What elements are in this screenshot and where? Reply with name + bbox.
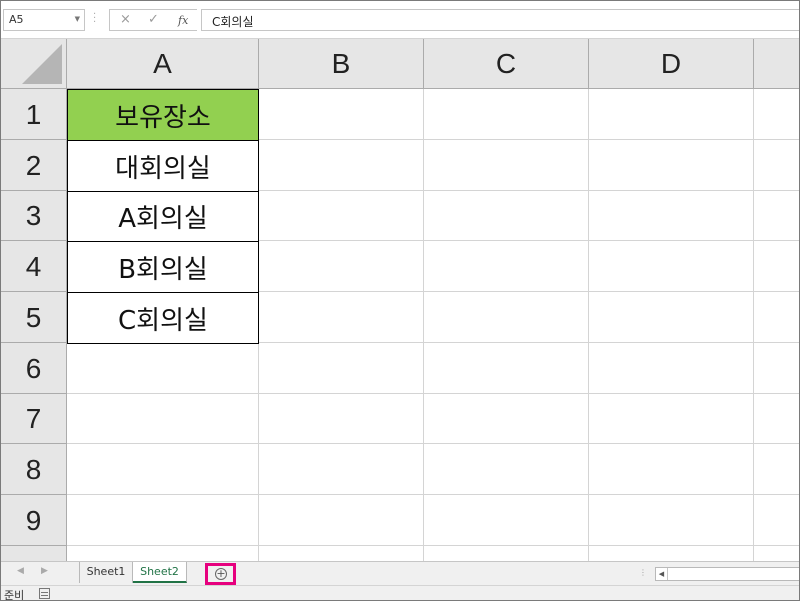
- grid-cell[interactable]: [424, 140, 589, 191]
- grid-cell[interactable]: [424, 191, 589, 241]
- scroll-tabs-left-icon[interactable]: ◀: [17, 566, 24, 576]
- add-sheet-button[interactable]: +: [205, 563, 236, 585]
- row-header-3[interactable]: 3: [1, 191, 67, 241]
- plus-icon: +: [215, 567, 227, 580]
- cell-a4[interactable]: B회의실: [67, 241, 259, 293]
- status-text: 준비: [4, 589, 25, 601]
- grid-cell[interactable]: [754, 292, 799, 343]
- grid-cell[interactable]: [259, 241, 424, 292]
- cell-a1[interactable]: 보유장소: [67, 89, 259, 141]
- row-header-2[interactable]: 2: [1, 140, 67, 191]
- grid-cell[interactable]: [259, 495, 424, 546]
- enter-icon[interactable]: ✓: [148, 12, 159, 27]
- row-header-1[interactable]: 1: [1, 89, 67, 140]
- excel-window: A5 ▼ · · · × ✓ fx C회의실 A B C D 1 2 3 4 5 6…: [0, 0, 800, 601]
- row-header-8[interactable]: 8: [1, 444, 67, 495]
- scroll-left-icon[interactable]: ◀: [656, 568, 668, 580]
- row-header-6[interactable]: 6: [1, 343, 67, 394]
- drag-handle-icon[interactable]: · · ·: [93, 10, 96, 29]
- grid-cell[interactable]: [754, 89, 799, 140]
- horizontal-scrollbar[interactable]: ◀: [655, 567, 799, 581]
- tab-sheet2[interactable]: Sheet2: [133, 562, 187, 583]
- chevron-down-icon[interactable]: ▼: [75, 15, 80, 23]
- grid-cell[interactable]: [589, 241, 754, 292]
- grid-cell[interactable]: [259, 343, 424, 394]
- grid-cell[interactable]: [589, 495, 754, 546]
- row-header-9[interactable]: 9: [1, 495, 67, 546]
- grid-cell[interactable]: [754, 394, 799, 444]
- grid-cell[interactable]: [754, 546, 799, 561]
- grid-cell[interactable]: [67, 343, 259, 394]
- worksheet-grid: A B C D 1 2 3 4 5 6 7 8 9 보유장소 대회의실 A회의실…: [1, 39, 799, 561]
- cancel-icon[interactable]: ×: [120, 12, 131, 27]
- grid-cell[interactable]: [424, 495, 589, 546]
- grid-cell[interactable]: [424, 89, 589, 140]
- grid-cell[interactable]: [754, 343, 799, 394]
- grid-cell[interactable]: [424, 444, 589, 495]
- grid-cell[interactable]: [589, 140, 754, 191]
- name-box[interactable]: A5 ▼: [3, 9, 85, 31]
- macro-record-icon[interactable]: [39, 588, 50, 599]
- scroll-tabs-right-icon[interactable]: ▶: [41, 566, 48, 576]
- grid-cell[interactable]: [424, 292, 589, 343]
- insert-function-icon[interactable]: fx: [178, 14, 188, 27]
- formula-buttons: × ✓ fx: [109, 9, 197, 31]
- grid-cell[interactable]: [67, 546, 259, 561]
- column-header-d[interactable]: D: [589, 39, 754, 89]
- grid-cell[interactable]: [424, 241, 589, 292]
- grid-cell[interactable]: [259, 394, 424, 444]
- sheet-tab-bar: ◀ ▶ Sheet1 Sheet2 + ⋮ ◀: [1, 561, 799, 585]
- grid-cell[interactable]: [67, 394, 259, 444]
- grid-cell[interactable]: [589, 394, 754, 444]
- grid-cell[interactable]: [754, 191, 799, 241]
- grid-cell[interactable]: [259, 546, 424, 561]
- row-header-4[interactable]: 4: [1, 241, 67, 292]
- formula-input[interactable]: C회의실: [201, 9, 799, 31]
- formula-bar: A5 ▼ · · · × ✓ fx C회의실: [1, 1, 799, 39]
- tab-sheet1[interactable]: Sheet1: [79, 562, 133, 583]
- grid-cell[interactable]: [589, 292, 754, 343]
- select-all-icon: [22, 44, 62, 84]
- column-header-c[interactable]: C: [424, 39, 589, 89]
- grid-cell[interactable]: [259, 191, 424, 241]
- grid-cell[interactable]: [754, 495, 799, 546]
- row-header-5[interactable]: 5: [1, 292, 67, 343]
- column-header-a[interactable]: A: [67, 39, 259, 89]
- cell-a5[interactable]: C회의실: [67, 292, 259, 344]
- grid-cell[interactable]: [67, 495, 259, 546]
- grid-cell[interactable]: [424, 546, 589, 561]
- row-header-10[interactable]: [1, 546, 67, 561]
- grid-cell[interactable]: [589, 191, 754, 241]
- grid-cell[interactable]: [589, 546, 754, 561]
- grid-cell[interactable]: [259, 444, 424, 495]
- grid-cell[interactable]: [67, 444, 259, 495]
- splitter-handle-icon[interactable]: ⋮: [639, 568, 647, 577]
- grid-cell[interactable]: [754, 444, 799, 495]
- name-box-value: A5: [9, 13, 24, 26]
- status-bar: 준비: [1, 585, 799, 601]
- column-header-b[interactable]: B: [259, 39, 424, 89]
- grid-cell[interactable]: [754, 241, 799, 292]
- grid-cell[interactable]: [259, 89, 424, 140]
- cell-a3[interactable]: A회의실: [67, 191, 259, 242]
- grid-cell[interactable]: [424, 394, 589, 444]
- row-header-7[interactable]: 7: [1, 394, 67, 444]
- grid-cell[interactable]: [754, 140, 799, 191]
- grid-cell[interactable]: [589, 343, 754, 394]
- grid-cell[interactable]: [259, 292, 424, 343]
- select-all-button[interactable]: [1, 39, 67, 89]
- grid-cell[interactable]: [259, 140, 424, 191]
- grid-cell[interactable]: [424, 343, 589, 394]
- grid-cell[interactable]: [589, 89, 754, 140]
- column-header-e[interactable]: [754, 39, 799, 89]
- grid-cell[interactable]: [589, 444, 754, 495]
- cell-a2[interactable]: 대회의실: [67, 140, 259, 192]
